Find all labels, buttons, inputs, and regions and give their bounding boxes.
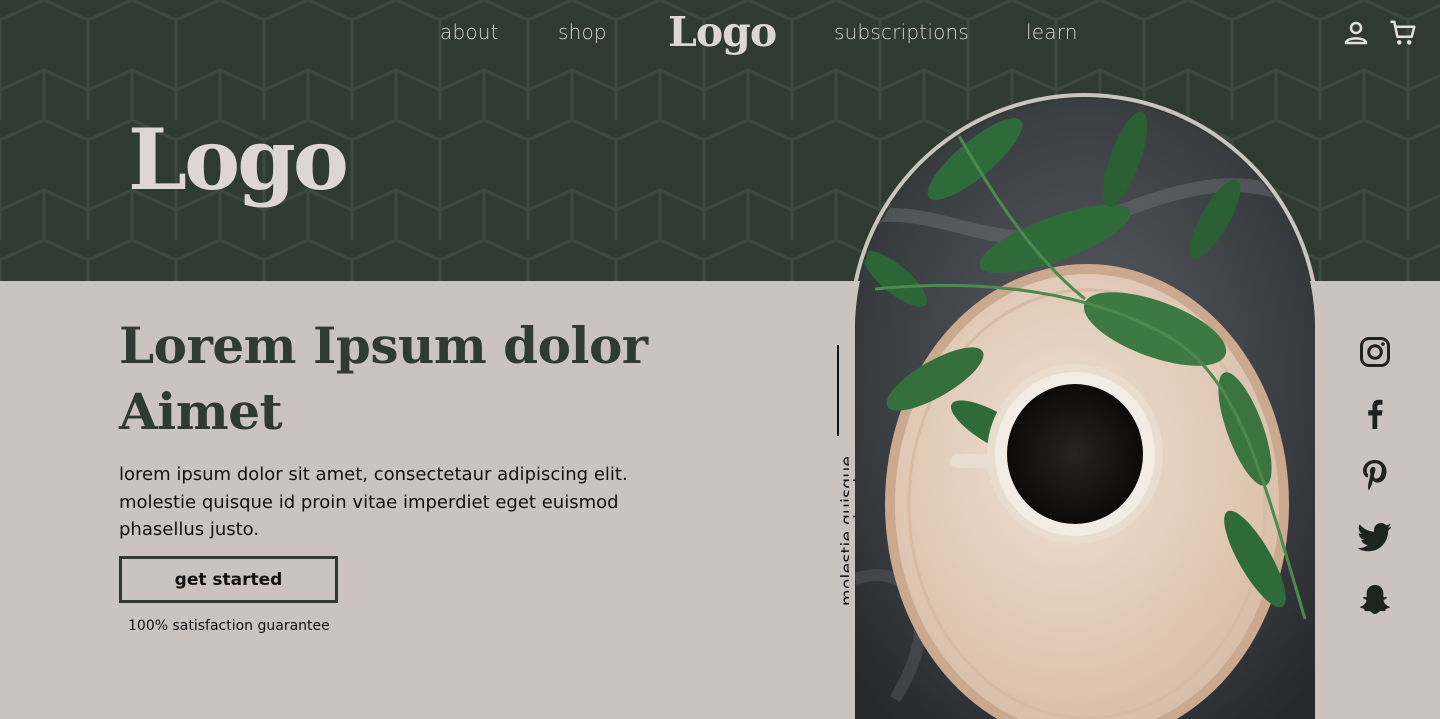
nav-learn[interactable]: learn	[1026, 20, 1078, 44]
description-line-2: molestie quisque id proin vitae imperdie…	[119, 491, 619, 513]
snapchat-icon[interactable]	[1357, 582, 1393, 618]
nav-about[interactable]: about	[440, 20, 499, 44]
headline-line-1: Lorem Ipsum dolor	[119, 316, 648, 375]
guarantee-text: 100% satisfaction guarantee	[128, 618, 330, 634]
twitter-icon[interactable]	[1357, 519, 1393, 555]
top-nav: about shop Logo subscriptions learn	[0, 0, 1440, 70]
hero-headline: Lorem Ipsum dolor Aimet	[119, 313, 759, 445]
get-started-button[interactable]: get started	[119, 556, 338, 603]
description-line-1: lorem ipsum dolor sit amet, consectetaur…	[119, 464, 628, 485]
vertical-divider	[837, 345, 839, 436]
nav-shop[interactable]: shop	[558, 20, 607, 44]
hero-logo: Logo	[128, 110, 349, 209]
account-icon[interactable]	[1341, 18, 1371, 48]
instagram-icon[interactable]	[1357, 334, 1393, 370]
coffee-illustration	[855, 99, 1315, 719]
description-line-3: phasellus justo.	[119, 519, 260, 540]
pinterest-icon[interactable]	[1357, 457, 1393, 493]
nav-subscriptions[interactable]: subscriptions	[834, 20, 969, 44]
hero-description: lorem ipsum dolor sit amet, consectetaur…	[119, 461, 679, 544]
headline-line-2: Aimet	[119, 382, 283, 441]
facebook-icon[interactable]	[1357, 396, 1393, 432]
nav-logo[interactable]: Logo	[668, 8, 777, 56]
coffee-photo	[855, 99, 1315, 719]
cart-icon[interactable]	[1388, 18, 1418, 48]
